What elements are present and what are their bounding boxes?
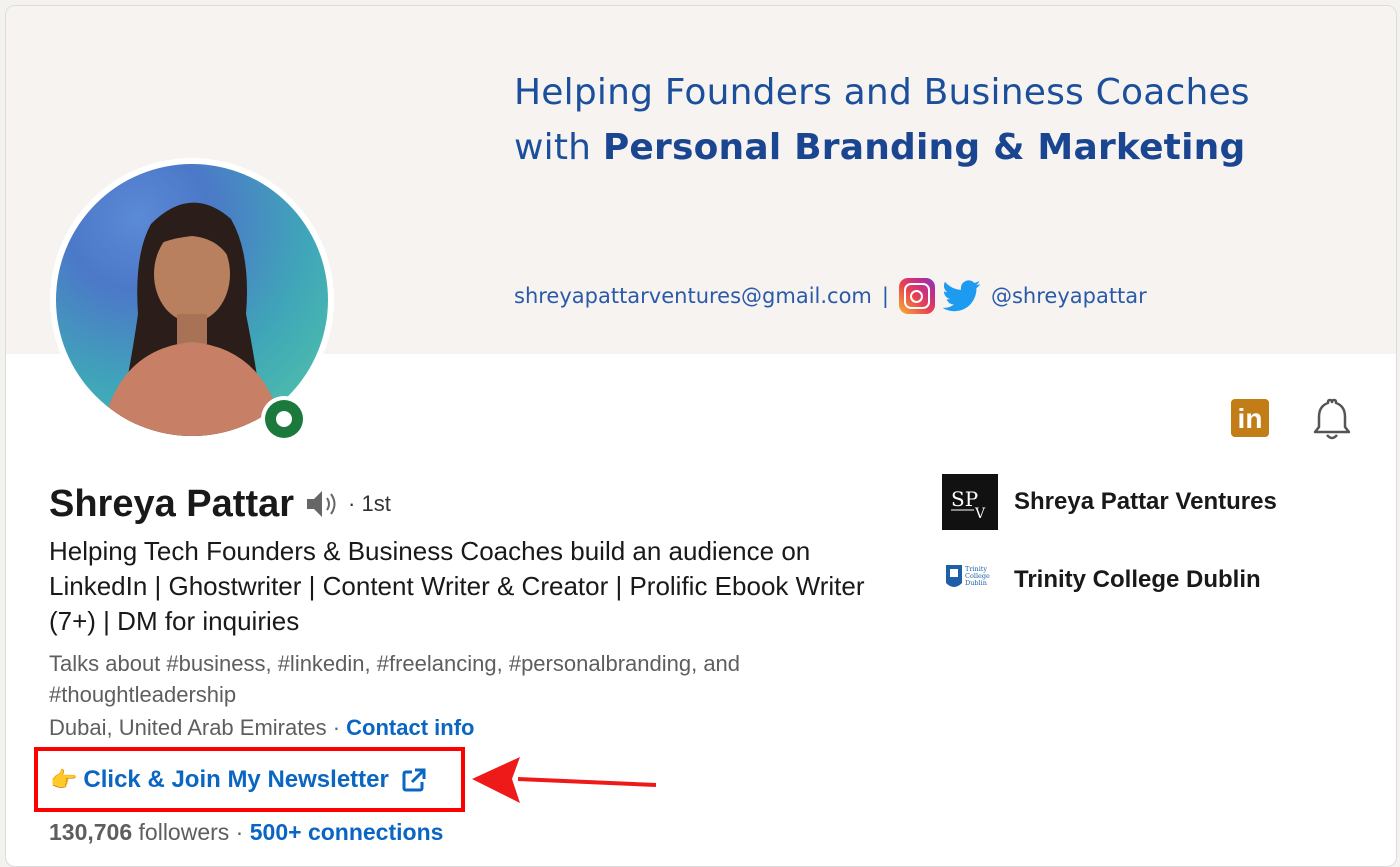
location-row: Dubai, United Arab Emirates · Contact in…: [49, 715, 474, 741]
avatar-portrait: [101, 202, 284, 436]
pronunciation-speaker-icon[interactable]: [304, 488, 342, 520]
svg-text:Dublin: Dublin: [965, 579, 987, 587]
external-link-icon: [402, 768, 426, 792]
network-stats: 130,706 followers · 500+ connections: [49, 819, 443, 846]
org-name: Trinity College Dublin: [1014, 566, 1261, 593]
location-separator: ·: [326, 715, 347, 740]
profile-location: Dubai, United Arab Emirates: [49, 715, 327, 740]
talks-about: Talks about #business, #linkedin, #freel…: [49, 651, 741, 707]
banner-line2-bold: Personal Branding & Marketing: [602, 127, 1246, 168]
profile-name: Shreya Pattar: [49, 482, 295, 525]
banner-contact-row: shreyapattarventures@gmail.com | @shreya…: [514, 278, 1147, 314]
org-item-spv[interactable]: SP V Shreya Pattar Ventures: [942, 474, 1277, 530]
profile-headline: Helping Tech Founders & Business Coaches…: [49, 536, 865, 636]
connection-degree: · 1st: [348, 491, 391, 516]
contact-info-link[interactable]: Contact info: [346, 715, 474, 740]
spv-logo: SP V: [942, 474, 998, 530]
stats-separator: ·: [229, 819, 250, 845]
org-name: Shreya Pattar Ventures: [1014, 488, 1277, 515]
bell-icon[interactable]: [1312, 398, 1352, 442]
profile-card: Helping Founders and Business Coaches wi…: [5, 5, 1397, 867]
banner-headline-line1: Helping Founders and Business Coaches: [514, 72, 1250, 113]
banner-headline-line2: with Personal Branding & Marketing: [514, 127, 1245, 168]
banner-email: shreyapattarventures@gmail.com: [514, 284, 872, 308]
banner-separator: |: [881, 284, 889, 308]
newsletter-link-row[interactable]: 👉 Click & Join My Newsletter: [50, 762, 427, 798]
online-status-icon: [261, 396, 307, 442]
connections-link[interactable]: 500+ connections: [250, 819, 444, 845]
name-row: Shreya Pattar · 1st: [49, 480, 391, 528]
red-arrow-annotation: [472, 757, 657, 803]
newsletter-link[interactable]: Click & Join My Newsletter: [83, 766, 388, 794]
linkedin-premium-icon[interactable]: in: [1231, 399, 1269, 437]
org-item-tcd[interactable]: Trinity College Dublin Trinity College D…: [942, 552, 1261, 608]
twitter-icon: [942, 280, 981, 312]
banner-handle: @shreyapattar: [990, 284, 1147, 308]
banner-line2-prefix: with: [514, 127, 603, 168]
tcd-logo: Trinity College Dublin: [942, 552, 998, 608]
followers-count: 130,706: [49, 819, 133, 845]
followers-label: followers: [132, 819, 230, 845]
avatar[interactable]: [56, 164, 328, 436]
pointing-hand-icon: 👉: [50, 767, 78, 792]
instagram-icon: [898, 278, 935, 314]
svg-text:V: V: [974, 506, 986, 522]
